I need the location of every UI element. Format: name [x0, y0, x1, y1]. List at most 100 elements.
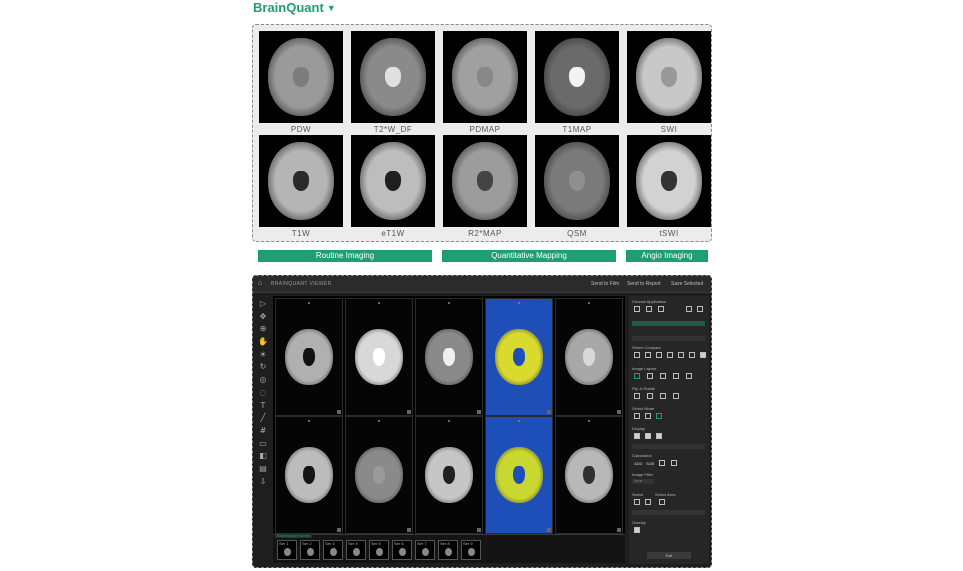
display-mode-1-icon[interactable]: [634, 433, 640, 439]
invert-icon[interactable]: ◧: [258, 451, 268, 461]
cell-menu-icon[interactable]: [617, 410, 621, 414]
cell-menu-icon[interactable]: [547, 410, 551, 414]
calc-stats-icon[interactable]: [671, 460, 677, 466]
app-icon-brain[interactable]: [634, 306, 640, 312]
series-thumbnail[interactable]: Ser 9: [461, 540, 481, 560]
category-angio-imaging[interactable]: Angio Imaging: [626, 250, 708, 262]
cell-menu-icon[interactable]: [617, 528, 621, 532]
cell-menu-icon[interactable]: [337, 410, 341, 414]
send-to-report-button[interactable]: Send to Report: [627, 281, 661, 287]
viewport-cell[interactable]: [485, 416, 553, 534]
layout-1x1-icon[interactable]: [634, 373, 640, 379]
save-selected-button[interactable]: Save Selected: [671, 281, 703, 287]
series-thumbnail[interactable]: Ser 4: [346, 540, 366, 560]
app-icon-settings[interactable]: [686, 306, 692, 312]
viewport-cell[interactable]: [415, 416, 483, 534]
layout-3x3-icon[interactable]: [673, 373, 679, 379]
image-filter-select[interactable]: None: [632, 479, 654, 484]
sequence-tile[interactable]: tSWI: [627, 135, 711, 238]
layout-4x4-icon[interactable]: [686, 373, 692, 379]
image-viewport-grid[interactable]: [273, 296, 625, 534]
rotate-left-icon[interactable]: [660, 393, 666, 399]
select-point-icon[interactable]: [634, 499, 640, 505]
flip-horizontal-icon[interactable]: [634, 393, 640, 399]
overlay-toggle-icon[interactable]: [634, 527, 640, 533]
compare-layout-6-icon[interactable]: [689, 352, 695, 358]
cell-menu-icon[interactable]: [407, 528, 411, 532]
display-mode-2-icon[interactable]: [645, 433, 651, 439]
series-thumbnail[interactable]: Ser 5: [369, 540, 389, 560]
sequence-tile[interactable]: PDW: [259, 31, 343, 134]
move-icon[interactable]: ✥: [258, 312, 268, 322]
export-icon[interactable]: ⇩: [258, 477, 268, 487]
compare-layout-1-icon[interactable]: [634, 352, 640, 358]
contrast-icon[interactable]: ☀: [258, 350, 268, 360]
flip-vertical-icon[interactable]: [647, 393, 653, 399]
grid-icon[interactable]: #: [258, 426, 268, 436]
cell-menu-icon[interactable]: [477, 528, 481, 532]
series-thumbnail[interactable]: Ser 3: [323, 540, 343, 560]
cell-menu-icon[interactable]: [407, 410, 411, 414]
cell-menu-icon[interactable]: [547, 528, 551, 532]
add-button[interactable]: ADD: [634, 461, 642, 466]
sequence-tile[interactable]: T1MAP: [535, 31, 619, 134]
category-quantitative-mapping[interactable]: Quantitative Mapping: [442, 250, 616, 262]
rotate-right-icon[interactable]: [673, 393, 679, 399]
sequence-tile[interactable]: T2*W_DF: [351, 31, 435, 134]
cell-menu-icon[interactable]: [477, 410, 481, 414]
selected-app-row[interactable]: [632, 321, 705, 326]
viewport-cell[interactable]: [345, 298, 413, 416]
category-routine-imaging[interactable]: Routine Imaging: [258, 250, 432, 262]
app-icon-cube[interactable]: [658, 306, 664, 312]
sequence-tile[interactable]: SWI: [627, 31, 711, 134]
display-mode-3-icon[interactable]: [656, 433, 662, 439]
select-area-icon[interactable]: [659, 499, 665, 505]
subtract-button[interactable]: SUB: [646, 461, 654, 466]
sequence-tile[interactable]: QSM: [535, 135, 619, 238]
display-subsection-row[interactable]: [632, 444, 705, 449]
viewport-cell[interactable]: [415, 298, 483, 416]
line-icon[interactable]: ╱: [258, 413, 268, 423]
viewport-cell[interactable]: [345, 416, 413, 534]
select-subsection-row[interactable]: [632, 510, 705, 515]
zoom-icon[interactable]: ⊕: [258, 324, 268, 334]
select-mode-multi-icon[interactable]: [645, 413, 651, 419]
series-thumbnail[interactable]: Ser 2: [300, 540, 320, 560]
rotate-icon[interactable]: ↻: [258, 362, 268, 372]
select-mode-single-icon[interactable]: [634, 413, 640, 419]
layer-icon[interactable]: ▤: [258, 464, 268, 474]
compare-layout-2-icon[interactable]: [645, 352, 651, 358]
text-icon[interactable]: T: [258, 401, 268, 411]
lasso-icon[interactable]: ◌: [258, 388, 268, 398]
app-icon-more[interactable]: [697, 306, 703, 312]
select-mode-all-icon[interactable]: [656, 413, 662, 419]
measure-icon[interactable]: ▭: [258, 439, 268, 449]
layout-1x2-icon[interactable]: [647, 373, 653, 379]
send-to-film-button[interactable]: Send to Film: [591, 281, 619, 287]
sequence-tile[interactable]: eT1W: [351, 135, 435, 238]
compare-layout-4-icon[interactable]: [667, 352, 673, 358]
series-thumbnail[interactable]: Ser 1: [277, 540, 297, 560]
viewport-cell[interactable]: [555, 416, 623, 534]
chevron-down-icon[interactable]: ▼: [327, 3, 336, 13]
compare-layout-3-icon[interactable]: [656, 352, 662, 358]
viewport-cell[interactable]: [555, 298, 623, 416]
series-thumbnail[interactable]: Ser 7: [415, 540, 435, 560]
app-subsection-row[interactable]: [632, 336, 705, 341]
series-thumbnail[interactable]: Ser 6: [392, 540, 412, 560]
compare-layout-5-icon[interactable]: [678, 352, 684, 358]
viewport-cell[interactable]: [275, 298, 343, 416]
compare-layout-7-icon[interactable]: [700, 352, 706, 358]
sequence-tile[interactable]: R2*MAP: [443, 135, 527, 238]
pointer-icon[interactable]: ▷: [258, 299, 268, 309]
calc-chart-icon[interactable]: [659, 460, 665, 466]
cell-menu-icon[interactable]: [337, 528, 341, 532]
reset-icon[interactable]: ◎: [258, 375, 268, 385]
pan-icon[interactable]: ✋: [258, 337, 268, 347]
app-icon-head[interactable]: [646, 306, 652, 312]
exit-button[interactable]: Exit: [647, 552, 691, 559]
select-roi-icon[interactable]: [645, 499, 651, 505]
viewport-cell[interactable]: [275, 416, 343, 534]
series-thumbnail[interactable]: Ser 8: [438, 540, 458, 560]
sequence-tile[interactable]: PDMAP: [443, 31, 527, 134]
